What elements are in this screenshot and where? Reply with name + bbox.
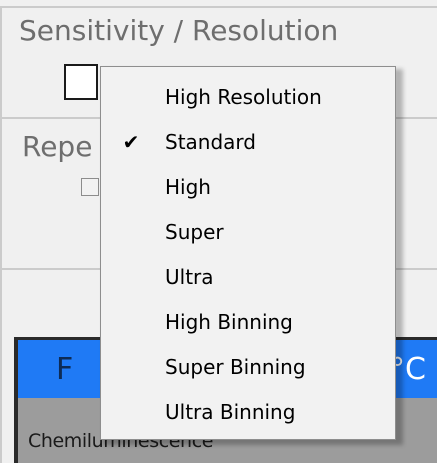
panel-header-left-text: F	[56, 352, 74, 387]
sensitivity-dropdown-menu: High Resolution ✔ Standard High Super Ul…	[100, 66, 396, 440]
menu-item-super[interactable]: Super	[101, 210, 395, 255]
menu-item-standard[interactable]: ✔ Standard	[101, 120, 395, 165]
repeat-checkbox[interactable]	[81, 178, 99, 196]
menu-item-label: Standard	[165, 130, 256, 154]
menu-item-label: Super Binning	[165, 355, 306, 379]
group-frame-left	[0, 6, 2, 463]
menu-item-high-binning[interactable]: High Binning	[101, 300, 395, 345]
menu-item-high-resolution[interactable]: High Resolution	[101, 75, 395, 120]
sensitivity-combobox[interactable]	[64, 64, 98, 100]
checkmark-icon: ✔	[122, 130, 140, 154]
menu-item-label: High Resolution	[165, 85, 322, 109]
menu-item-label: Ultra Binning	[165, 400, 296, 424]
sensitivity-title: Sensitivity / Resolution	[19, 14, 339, 47]
menu-item-super-binning[interactable]: Super Binning	[101, 345, 395, 390]
menu-item-high[interactable]: High	[101, 165, 395, 210]
menu-item-ultra-binning[interactable]: Ultra Binning	[101, 390, 395, 435]
menu-item-label: High	[165, 175, 211, 199]
menu-item-label: Super	[165, 220, 224, 244]
menu-item-label: Ultra	[165, 265, 214, 289]
group-frame-top	[0, 6, 437, 8]
menu-item-label: High Binning	[165, 310, 293, 334]
repeat-label: Repe	[22, 130, 93, 163]
menu-item-ultra[interactable]: Ultra	[101, 255, 395, 300]
